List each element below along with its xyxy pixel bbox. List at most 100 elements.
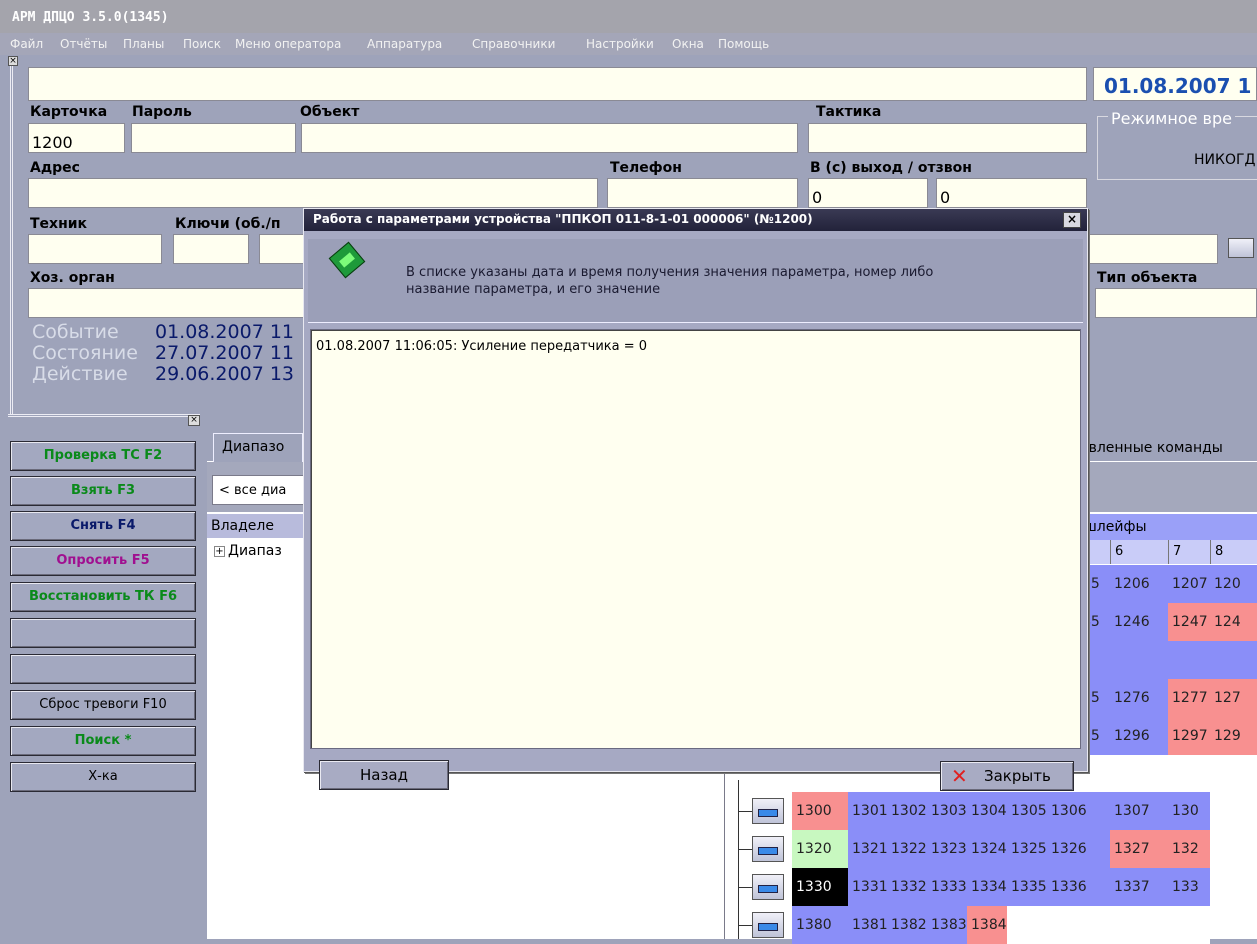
keys-field-2[interactable]	[259, 234, 309, 264]
panel-splitter[interactable]	[8, 414, 200, 424]
close-button[interactable]: ✕ Закрыть	[940, 761, 1074, 791]
side-button-6[interactable]	[10, 618, 196, 648]
grid-cell[interactable]: 1207	[1168, 565, 1210, 603]
panel-close-icon[interactable]: ×	[8, 56, 18, 66]
menu-reports[interactable]: Отчёты	[60, 37, 107, 51]
grid-cell[interactable]: 1334	[967, 868, 1007, 906]
grid-cell[interactable]: 1383	[927, 906, 967, 944]
device-icon[interactable]	[1228, 238, 1254, 258]
right-field[interactable]	[1086, 234, 1218, 264]
header-field[interactable]	[28, 67, 1087, 101]
side-button-1[interactable]: Проверка ТС F2	[10, 441, 196, 471]
technician-field[interactable]	[28, 234, 162, 264]
grid-cell[interactable]: 1303	[927, 792, 967, 830]
grid-cell[interactable]	[1007, 906, 1047, 944]
menu-references[interactable]: Справочники	[472, 37, 555, 51]
grid-cell[interactable]: 1337	[1110, 868, 1168, 906]
side-button-8[interactable]: Сброс тревоги F10	[10, 690, 196, 720]
grid-cell[interactable]: 130	[1168, 792, 1210, 830]
menu-settings[interactable]: Настройки	[586, 37, 654, 51]
grid-cell[interactable]: 1301	[848, 792, 888, 830]
card-number-field[interactable]: 1200	[28, 123, 125, 153]
phone-field[interactable]	[607, 178, 798, 208]
grid-cell[interactable]: 1296	[1110, 717, 1168, 755]
device-icon[interactable]	[752, 874, 784, 900]
grid-cell[interactable]	[1168, 906, 1210, 944]
grid-cell[interactable]: 1276	[1110, 679, 1168, 717]
grid-cell[interactable]: 1332	[887, 868, 927, 906]
device-icon[interactable]	[752, 912, 784, 938]
device-icon[interactable]	[752, 798, 784, 824]
grid-cell[interactable]: 1247	[1168, 603, 1210, 641]
grid-cell[interactable]: 1323	[927, 830, 967, 868]
menu-help[interactable]: Помощь	[718, 37, 769, 51]
grid-cell[interactable]: 1327	[1110, 830, 1168, 868]
tactics-field[interactable]	[808, 123, 1087, 153]
owner-column-header[interactable]: Владеле	[207, 514, 305, 538]
parameters-list[interactable]	[310, 329, 1081, 749]
list-item[interactable]: 01.08.2007 11:06:05: Усиление передатчик…	[316, 339, 647, 354]
device-icon[interactable]	[752, 836, 784, 862]
side-button-2[interactable]: Взять F3	[10, 476, 196, 506]
grid-cell[interactable]: 1322	[887, 830, 927, 868]
grid-cell[interactable]: 1381	[848, 906, 888, 944]
grid-cell[interactable]	[1047, 906, 1110, 944]
grid-cell[interactable]: 1277	[1168, 679, 1210, 717]
grid-cell[interactable]: 1330	[792, 868, 848, 906]
grid-cell[interactable]: 1324	[967, 830, 1007, 868]
tab-commands[interactable]: авленные команды	[1080, 440, 1223, 456]
menu-windows[interactable]: Окна	[672, 37, 704, 51]
grid-cell[interactable]: 1206	[1110, 565, 1168, 603]
grid-cell[interactable]: 1380	[792, 906, 848, 944]
menu-search[interactable]: Поиск	[183, 37, 221, 51]
grid-cell[interactable]: 1382	[887, 906, 927, 944]
grid-cell[interactable]	[1110, 906, 1168, 944]
grid-cell[interactable]	[1168, 641, 1210, 679]
side-button-7[interactable]	[10, 654, 196, 684]
grid-cell[interactable]	[1210, 641, 1257, 679]
exit-field[interactable]: 0	[808, 178, 928, 208]
menu-plans[interactable]: Планы	[123, 37, 164, 51]
grid-cell[interactable]: 1305	[1007, 792, 1047, 830]
grid-cell[interactable]: 127	[1210, 679, 1257, 717]
grid-cell[interactable]: 1306	[1047, 792, 1110, 830]
grid-cell[interactable]: 133	[1168, 868, 1210, 906]
object-type-field[interactable]	[1095, 288, 1257, 318]
back-button[interactable]: Назад	[319, 760, 449, 790]
grid-cell[interactable]: 1302	[887, 792, 927, 830]
expand-icon[interactable]: +	[214, 545, 225, 557]
side-button-9[interactable]: Поиск *	[10, 726, 196, 756]
all-ranges-button[interactable]: < все диа	[212, 475, 306, 505]
side-button-3[interactable]: Снять F4	[10, 511, 196, 541]
menu-operator[interactable]: Меню оператора	[235, 37, 341, 51]
grid-cell[interactable]: 1336	[1047, 868, 1110, 906]
tab-ranges[interactable]: Диапазо	[213, 433, 303, 463]
grid-cell[interactable]: 120	[1210, 565, 1257, 603]
grid-cell[interactable]: 1333	[927, 868, 967, 906]
menu-file[interactable]: Файл	[10, 37, 43, 51]
side-button-4[interactable]: Опросить F5	[10, 546, 196, 576]
grid-cell[interactable]: 124	[1210, 603, 1257, 641]
grid-cell[interactable]: 1335	[1007, 868, 1047, 906]
grid-cell[interactable]: 1307	[1110, 792, 1168, 830]
menu-hardware[interactable]: Аппаратура	[367, 37, 442, 51]
object-field[interactable]	[301, 123, 798, 153]
grid-cell[interactable]: 1321	[848, 830, 888, 868]
grid-cell[interactable]: 1246	[1110, 603, 1168, 641]
side-button-5[interactable]: Восстановить ТК F6	[10, 582, 196, 612]
grid-cell[interactable]: 1331	[848, 868, 888, 906]
grid-cell[interactable]: 1300	[792, 792, 848, 830]
owner-org-field[interactable]	[28, 288, 309, 318]
grid-cell[interactable]: 132	[1168, 830, 1210, 868]
grid-cell[interactable]: 1304	[967, 792, 1007, 830]
grid-cell[interactable]: 1320	[792, 830, 848, 868]
grid-cell[interactable]: 129	[1210, 717, 1257, 755]
address-field[interactable]	[28, 178, 598, 208]
password-field[interactable]	[131, 123, 296, 153]
dialog-close-icon[interactable]: ×	[1063, 212, 1081, 228]
side-button-10[interactable]: Х-ка	[10, 762, 196, 792]
tree-item-range[interactable]: + Диапаз	[214, 543, 282, 559]
grid-cell[interactable]	[1110, 641, 1168, 679]
grid-cell[interactable]: 1384	[967, 906, 1007, 944]
keys-field-1[interactable]	[173, 234, 249, 264]
